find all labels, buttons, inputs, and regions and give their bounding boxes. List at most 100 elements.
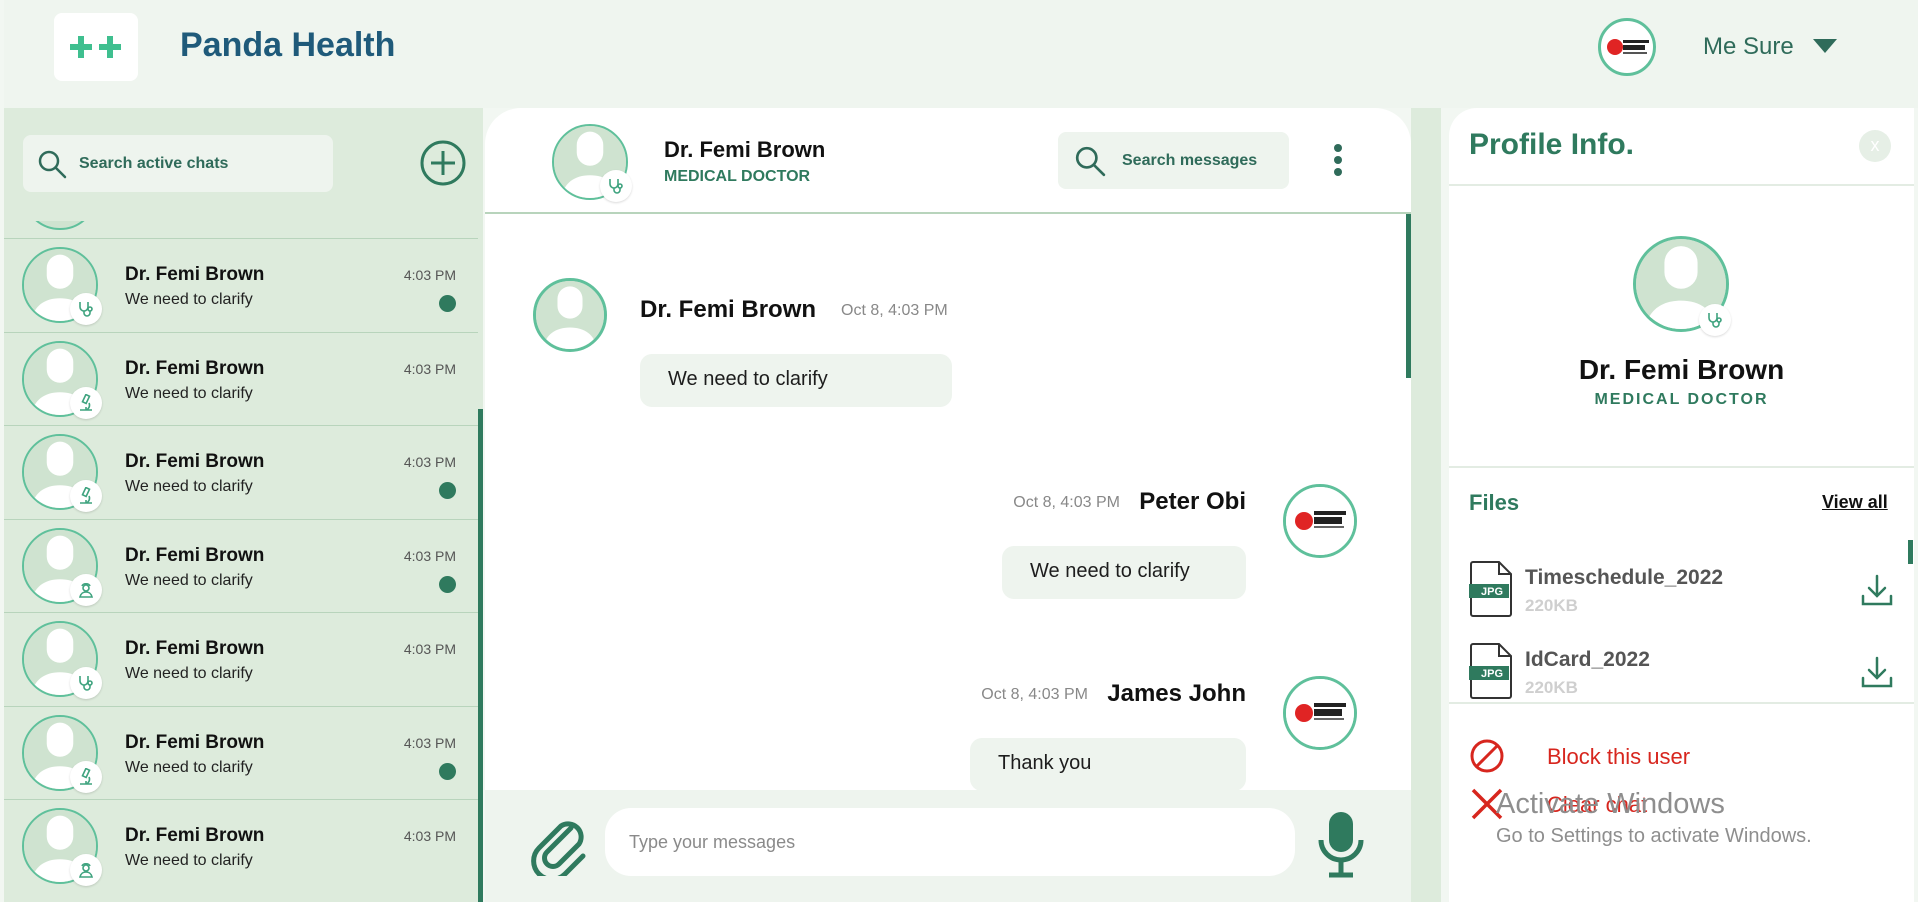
user-name[interactable]: Me Sure [1703, 33, 1794, 61]
chat-name: Dr. Femi Brown [125, 451, 265, 472]
chat-list-item[interactable]: Dr. Femi Brown We need to clarify 4:03 P… [4, 238, 478, 331]
stethoscope-icon [600, 170, 632, 202]
stethoscope-icon [1699, 304, 1731, 336]
message-bubble: Thank you [970, 738, 1246, 791]
chat-list-item[interactable]: Dr. Femi Brown We need to clarify 4:03 P… [4, 425, 478, 518]
chat-list-item-partial[interactable] [4, 221, 478, 238]
download-icon[interactable] [1859, 572, 1895, 608]
chat-avatar [22, 434, 102, 512]
app-title: Panda Health [180, 26, 396, 64]
file-item[interactable]: JPG Timeschedule_2022 220KB [1469, 560, 1893, 636]
chat-time: 4:03 PM [403, 267, 456, 283]
chat-time: 4:03 PM [403, 360, 456, 377]
close-profile-button[interactable]: x [1859, 130, 1891, 162]
chat-avatar [22, 340, 102, 419]
app-header: Panda Health Me Sure [4, 0, 1918, 108]
chat-name: Dr. Femi Brown [125, 638, 265, 659]
search-messages-button[interactable]: Search messages [1058, 132, 1289, 189]
conversation-panel: Dr. Femi Brown MEDICAL DOCTOR Search mes… [485, 108, 1411, 902]
chat-list: Dr. Femi Brown We need to clarify 4:03 P… [4, 221, 483, 902]
chat-list-panel: Search active chats Dr. Femi Brown We ne… [4, 108, 483, 902]
stethoscope-icon [70, 667, 102, 699]
microscope-icon [70, 480, 102, 512]
profile-role: MEDICAL DOCTOR [1594, 391, 1769, 408]
more-options-icon[interactable] [1333, 143, 1343, 177]
close-x-icon [1471, 788, 1503, 820]
message-time: Oct 8, 4:03 PM [981, 686, 1088, 703]
block-user-button[interactable]: Block this user [1469, 738, 1690, 774]
chat-list-item[interactable]: Dr. Femi Brown We need to clarify 4:03 P… [4, 612, 478, 705]
paperclip-icon[interactable] [531, 816, 587, 876]
message-time: Oct 8, 4:03 PM [841, 302, 948, 319]
divider [1449, 466, 1914, 468]
conversation-header: Dr. Femi Brown MEDICAL DOCTOR Search mes… [485, 108, 1411, 214]
add-chat-button[interactable] [420, 140, 466, 186]
view-all-files-link[interactable]: View all [1822, 492, 1888, 513]
user-avatar[interactable] [1598, 18, 1656, 76]
divider [1449, 184, 1914, 186]
file-name: IdCard_2022 [1525, 648, 1650, 671]
right-panel-gutter [1411, 108, 1441, 902]
chat-name: Dr. Femi Brown [125, 264, 265, 285]
message-time: Oct 8, 4:03 PM [1013, 494, 1120, 511]
message-input[interactable] [605, 808, 1295, 876]
block-icon [1470, 739, 1504, 773]
search-chats-placeholder: Search active chats [79, 154, 229, 172]
conversation-avatar[interactable] [552, 124, 632, 202]
nurse-icon [70, 573, 102, 606]
unread-indicator [439, 762, 456, 780]
chat-preview: We need to clarify [125, 478, 253, 495]
download-icon[interactable] [1859, 654, 1895, 690]
chat-name: Dr. Femi Brown [125, 357, 265, 379]
profile-title: Profile Info. [1469, 128, 1634, 161]
search-icon [1075, 146, 1106, 176]
chat-avatar [22, 621, 102, 699]
files-scrollbar[interactable] [1908, 540, 1913, 564]
nurse-icon [70, 854, 102, 886]
chat-preview: We need to clarify [125, 852, 253, 869]
files-title: Files [1469, 490, 1520, 515]
file-item[interactable]: JPG IdCard_2022 220KB [1469, 642, 1893, 718]
chat-list-item[interactable]: Dr. Femi Brown We need to clarify 4:03 P… [4, 331, 478, 425]
clear-chat-button[interactable]: Clear chat [1469, 786, 1647, 822]
chat-avatar [22, 808, 102, 886]
chat-name: Dr. Femi Brown [125, 825, 265, 846]
mecure-logo-icon [1286, 679, 1354, 747]
chat-name: Dr. Femi Brown [125, 731, 265, 753]
block-user-label: Block this user [1547, 744, 1691, 769]
mecure-logo-icon [1607, 39, 1649, 55]
chat-avatar [22, 221, 98, 230]
file-size: 220KB [1525, 678, 1578, 697]
mecure-logo-icon [1286, 487, 1354, 555]
chat-list-item[interactable]: Dr. Femi Brown We need to clarify 4:03 P… [4, 799, 478, 892]
chat-time: 4:03 PM [403, 641, 456, 657]
unread-indicator [439, 575, 456, 593]
app-logo[interactable] [54, 13, 138, 81]
person-silhouette-icon [536, 281, 604, 349]
message-bubble: We need to clarify [640, 354, 952, 407]
file-size: 220KB [1525, 596, 1578, 615]
stethoscope-icon [70, 293, 102, 325]
chat-list-item[interactable]: Dr. Femi Brown We need to clarify 4:03 P… [4, 518, 478, 612]
caret-down-icon[interactable] [1812, 38, 1838, 54]
unread-indicator [439, 482, 456, 499]
search-chats-input[interactable]: Search active chats [23, 135, 333, 192]
microphone-icon[interactable] [1317, 810, 1365, 878]
microscope-icon [70, 760, 102, 793]
conversation-name: Dr. Femi Brown [664, 137, 826, 162]
profile-avatar [1633, 236, 1731, 336]
chat-avatar [22, 247, 102, 325]
chat-list-item[interactable]: Dr. Femi Brown We need to clarify 4:03 P… [4, 705, 478, 799]
profile-panel: Profile Info. x Dr. Femi Brown MEDICAL D… [1449, 108, 1914, 902]
chat-preview: We need to clarify [125, 571, 253, 589]
message-sender: Peter Obi [1139, 488, 1246, 515]
chat-list-scrollbar[interactable] [478, 409, 483, 902]
chat-time: 4:03 PM [403, 454, 456, 470]
chat-preview: We need to clarify [125, 291, 253, 308]
unread-indicator [439, 295, 456, 312]
message-avatar [1283, 484, 1357, 558]
chat-preview: We need to clarify [125, 758, 253, 776]
profile-name: Dr. Femi Brown [1578, 354, 1785, 385]
chat-time: 4:03 PM [403, 734, 456, 751]
microscope-icon [70, 386, 102, 419]
